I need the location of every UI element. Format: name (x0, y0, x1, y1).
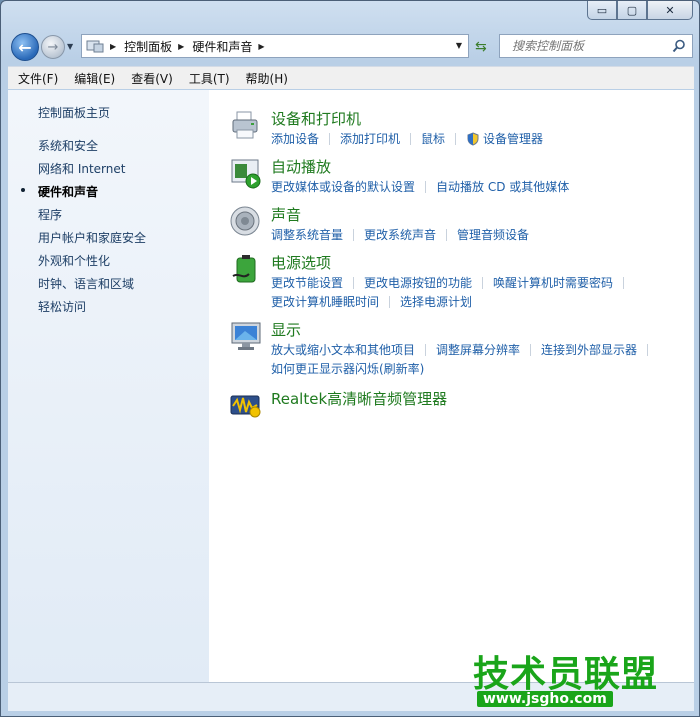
sidebar-item-network[interactable]: 网络和 Internet (38, 160, 125, 177)
sidebar-home-link[interactable]: 控制面板主页 (38, 104, 110, 121)
watermark-title: 技术员联盟 (473, 654, 659, 695)
category-links-row-2: 如何更正显示器闪烁(刷新率) (271, 360, 424, 377)
breadcrumb-hardware-sound[interactable]: 硬件和声音 (192, 38, 252, 55)
menu-file[interactable]: 文件(F) (12, 70, 64, 87)
close-button[interactable]: ✕ (647, 1, 693, 20)
category-links: 添加设备 添加打印机 鼠标 设备管理器 (271, 130, 543, 147)
category-title[interactable]: 设备和打印机 (271, 108, 361, 129)
sidebar-item-appearance[interactable]: 外观和个性化 (38, 252, 110, 269)
sidebar-item-clock-language[interactable]: 时钟、语言和区域 (38, 275, 134, 292)
link-add-device[interactable]: 添加设备 (271, 130, 319, 147)
control-panel-icon (86, 40, 104, 53)
sidebar-item-hardware-sound[interactable]: 硬件和声音 (38, 183, 98, 200)
sidebar-item-ease-of-access[interactable]: 轻松访问 (38, 298, 86, 315)
link-change-media-defaults[interactable]: 更改媒体或设备的默认设置 (271, 178, 415, 195)
link-mouse[interactable]: 鼠标 (421, 130, 445, 147)
breadcrumb-separator-icon: ▶ (110, 41, 117, 51)
category-title[interactable]: 自动播放 (271, 156, 331, 177)
link-external-display[interactable]: 连接到外部显示器 (541, 341, 637, 358)
main-panel: 设备和打印机 添加设备 添加打印机 鼠标 设备管理器 自动播放 更改媒体或设备的… (209, 90, 694, 682)
category-links: 更改媒体或设备的默认设置 自动播放 CD 或其他媒体 (271, 178, 569, 195)
link-device-manager[interactable]: 设备管理器 (483, 130, 543, 147)
sidebar-item-user-accounts[interactable]: 用户帐户和家庭安全 (38, 229, 146, 246)
link-change-sounds[interactable]: 更改系统声音 (364, 226, 436, 243)
breadcrumb-control-panel[interactable]: 控制面板 (124, 38, 172, 55)
link-separator (353, 276, 355, 289)
watermark-url: www.jsgho.com (477, 691, 613, 707)
realtek-audio-icon[interactable] (229, 388, 263, 422)
sidebar: 控制面板主页 系统和安全 网络和 Internet 硬件和声音 程序 用户帐户和… (8, 90, 209, 682)
category-links-row-2: 更改计算机睡眠时间 选择电源计划 (271, 293, 472, 310)
forward-button[interactable]: → (41, 35, 65, 59)
speaker-icon[interactable] (229, 204, 263, 238)
link-manage-audio-devices[interactable]: 管理音频设备 (457, 226, 529, 243)
back-button[interactable]: ← (11, 33, 39, 61)
link-separator (329, 132, 331, 145)
breadcrumb-separator-icon: ▶ (258, 41, 265, 51)
link-separator (455, 132, 457, 145)
category-links: 调整系统音量 更改系统声音 管理音频设备 (271, 226, 529, 243)
breadcrumb-separator-icon: ▶ (178, 41, 185, 51)
category-links: 放大或缩小文本和其他项目 调整屏幕分辨率 连接到外部显示器 (271, 341, 658, 358)
link-power-button-function[interactable]: 更改电源按钮的功能 (364, 274, 472, 291)
printer-icon[interactable] (229, 108, 263, 142)
link-separator (623, 276, 625, 289)
search-icon[interactable] (672, 39, 686, 53)
link-choose-power-plan[interactable]: 选择电源计划 (400, 293, 472, 310)
maximize-button[interactable]: ▢ (617, 1, 647, 20)
link-separator (353, 228, 355, 241)
watermark: 技术员联盟 www.jsgho.com (431, 641, 693, 713)
refresh-icon[interactable]: ⇆ (475, 39, 493, 57)
link-separator (647, 343, 649, 356)
uac-shield-icon (467, 131, 479, 146)
menu-bar: 文件(F) 编辑(E) 查看(V) 工具(T) 帮助(H) (8, 66, 694, 89)
link-separator (530, 343, 532, 356)
link-separator (446, 228, 448, 241)
menu-help[interactable]: 帮助(H) (240, 70, 294, 87)
link-adjust-volume[interactable]: 调整系统音量 (271, 226, 343, 243)
menu-tools[interactable]: 工具(T) (183, 70, 236, 87)
link-text-size[interactable]: 放大或缩小文本和其他项目 (271, 341, 415, 358)
address-toolbar: ← → ▼ ▶ 控制面板 ▶ 硬件和声音 ▶ ▼ ⇆ (1, 31, 699, 65)
link-autoplay-cd[interactable]: 自动播放 CD 或其他媒体 (436, 178, 569, 195)
link-separator (482, 276, 484, 289)
link-separator (425, 343, 427, 356)
address-bar[interactable]: ▶ 控制面板 ▶ 硬件和声音 ▶ ▼ (81, 34, 469, 58)
sidebar-item-system-security[interactable]: 系统和安全 (38, 137, 98, 154)
title-bar: ▭ ▢ ✕ (1, 1, 699, 29)
sidebar-item-programs[interactable]: 程序 (38, 206, 62, 223)
caption-buttons: ▭ ▢ ✕ (587, 1, 693, 20)
link-refresh-rate[interactable]: 如何更正显示器闪烁(刷新率) (271, 360, 424, 377)
control-panel-window: ▭ ▢ ✕ ← → ▼ ▶ 控制面板 ▶ 硬件和声音 ▶ ▼ ⇆ 搜索控制面板 … (0, 0, 700, 717)
search-box[interactable] (499, 34, 693, 58)
category-title[interactable]: 声音 (271, 204, 301, 225)
monitor-icon[interactable] (229, 319, 263, 353)
history-dropdown-icon[interactable]: ▼ (67, 42, 73, 51)
autoplay-icon[interactable] (229, 156, 263, 190)
forward-arrow-icon: → (47, 39, 59, 55)
link-separator (425, 180, 427, 193)
search-input[interactable] (512, 39, 662, 53)
minimize-button[interactable]: ▭ (587, 1, 617, 20)
link-separator (410, 132, 412, 145)
menu-view[interactable]: 查看(V) (125, 70, 179, 87)
address-dropdown-icon[interactable]: ▼ (456, 41, 462, 50)
battery-icon[interactable] (229, 252, 263, 286)
link-change-power-saving[interactable]: 更改节能设置 (271, 274, 343, 291)
link-require-password-wake[interactable]: 唤醒计算机时需要密码 (493, 274, 613, 291)
category-title[interactable]: 显示 (271, 319, 301, 340)
link-separator (389, 295, 391, 308)
menu-edit[interactable]: 编辑(E) (68, 70, 121, 87)
back-arrow-icon: ← (18, 37, 32, 57)
link-screen-resolution[interactable]: 调整屏幕分辨率 (436, 341, 520, 358)
link-sleep-time[interactable]: 更改计算机睡眠时间 (271, 293, 379, 310)
content-area: 控制面板主页 系统和安全 网络和 Internet 硬件和声音 程序 用户帐户和… (8, 90, 694, 682)
category-title[interactable]: 电源选项 (271, 252, 331, 273)
category-links: 更改节能设置 更改电源按钮的功能 唤醒计算机时需要密码 (271, 274, 634, 291)
category-title[interactable]: Realtek高清晰音频管理器 (271, 388, 447, 409)
link-add-printer[interactable]: 添加打印机 (340, 130, 400, 147)
active-bullet-icon (21, 188, 25, 192)
